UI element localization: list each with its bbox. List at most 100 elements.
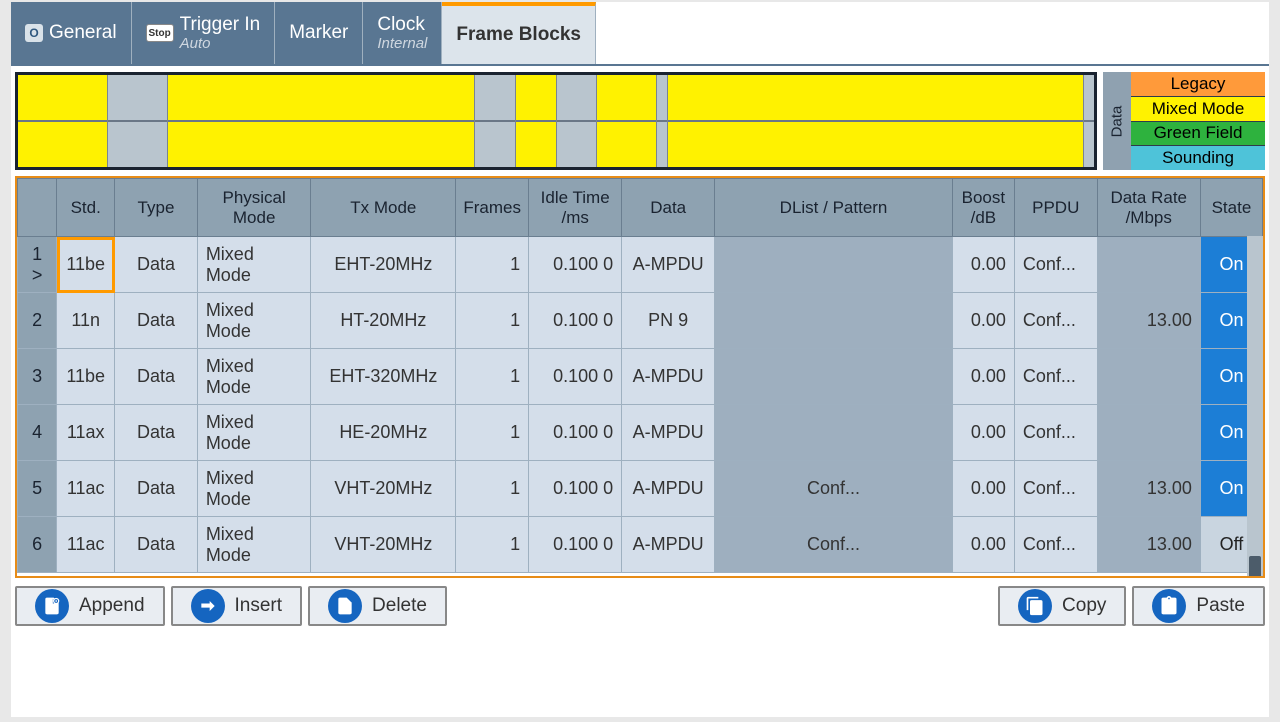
cell-tx-mode[interactable]: EHT-320MHz [311,349,456,405]
table-scrollbar[interactable] [1247,236,1263,576]
table-row[interactable]: 511acDataMixed ModeVHT-20MHz10.100 0A-MP… [18,461,1263,517]
cell-dlist[interactable]: Conf... [715,517,953,573]
cell-std[interactable]: 11be [57,349,115,405]
cell-index[interactable]: 2 [18,293,57,349]
table-row[interactable]: 211nDataMixed ModeHT-20MHz10.100 0PN 90.… [18,293,1263,349]
scrollbar-thumb[interactable] [1249,556,1261,578]
cell-ppdu[interactable]: Conf... [1014,293,1097,349]
cell-dlist[interactable] [715,405,953,461]
col-boost[interactable]: Boost /dB [952,179,1014,237]
cell-data-rate[interactable] [1097,237,1200,293]
col-data-rate[interactable]: Data Rate /Mbps [1097,179,1200,237]
cell-type[interactable]: Data [115,293,198,349]
cell-idle-time[interactable]: 0.100 0 [529,349,622,405]
table-row[interactable]: 411axDataMixed ModeHE-20MHz10.100 0A-MPD… [18,405,1263,461]
cell-type[interactable]: Data [115,237,198,293]
cell-std[interactable]: 11ax [57,405,115,461]
cell-data-rate[interactable]: 13.00 [1097,517,1200,573]
cell-frames[interactable]: 1 [456,237,529,293]
col-phys-mode[interactable]: Physical Mode [197,179,311,237]
col-frames[interactable]: Frames [456,179,529,237]
cell-data[interactable]: A-MPDU [622,517,715,573]
tab-frame-blocks[interactable]: Frame Blocks [442,2,596,64]
cell-idle-time[interactable]: 0.100 0 [529,517,622,573]
append-button[interactable]: Append [15,586,165,626]
cell-phys-mode[interactable]: Mixed Mode [197,405,311,461]
cell-data[interactable]: A-MPDU [622,461,715,517]
cell-tx-mode[interactable]: VHT-20MHz [311,461,456,517]
tab-trigger-in[interactable]: Stop Trigger In Auto [132,2,276,64]
cell-dlist[interactable]: Conf... [715,461,953,517]
cell-std[interactable]: 11n [57,293,115,349]
col-std[interactable]: Std. [57,179,115,237]
cell-data[interactable]: A-MPDU [622,405,715,461]
cell-boost[interactable]: 0.00 [952,461,1014,517]
cell-tx-mode[interactable]: VHT-20MHz [311,517,456,573]
cell-phys-mode[interactable]: Mixed Mode [197,237,311,293]
col-data[interactable]: Data [622,179,715,237]
cell-phys-mode[interactable]: Mixed Mode [197,461,311,517]
cell-idle-time[interactable]: 0.100 0 [529,293,622,349]
cell-phys-mode[interactable]: Mixed Mode [197,517,311,573]
cell-data[interactable]: A-MPDU [622,237,715,293]
cell-data-rate[interactable]: 13.00 [1097,461,1200,517]
cell-dlist[interactable] [715,349,953,405]
cell-phys-mode[interactable]: Mixed Mode [197,293,311,349]
cell-boost[interactable]: 0.00 [952,517,1014,573]
table-row[interactable]: 1 >11beDataMixed ModeEHT-20MHz10.100 0A-… [18,237,1263,293]
cell-idle-time[interactable]: 0.100 0 [529,237,622,293]
cell-tx-mode[interactable]: HE-20MHz [311,405,456,461]
cell-data[interactable]: A-MPDU [622,349,715,405]
cell-boost[interactable]: 0.00 [952,405,1014,461]
cell-frames[interactable]: 1 [456,461,529,517]
copy-button[interactable]: Copy [998,586,1126,626]
cell-ppdu[interactable]: Conf... [1014,461,1097,517]
cell-type[interactable]: Data [115,517,198,573]
cell-index[interactable]: 4 [18,405,57,461]
cell-index[interactable]: 3 [18,349,57,405]
tab-general[interactable]: O General [11,2,132,64]
cell-data[interactable]: PN 9 [622,293,715,349]
table-row[interactable]: 311beDataMixed ModeEHT-320MHz10.100 0A-M… [18,349,1263,405]
col-dlist[interactable]: DList / Pattern [715,179,953,237]
cell-index[interactable]: 1 > [18,237,57,293]
cell-index[interactable]: 5 [18,461,57,517]
cell-frames[interactable]: 1 [456,405,529,461]
col-state[interactable]: State [1200,179,1262,237]
cell-tx-mode[interactable]: EHT-20MHz [311,237,456,293]
table-row[interactable]: 611acDataMixed ModeVHT-20MHz10.100 0A-MP… [18,517,1263,573]
cell-type[interactable]: Data [115,405,198,461]
tab-marker[interactable]: Marker [275,2,363,64]
cell-type[interactable]: Data [115,349,198,405]
cell-idle-time[interactable]: 0.100 0 [529,461,622,517]
cell-frames[interactable]: 1 [456,517,529,573]
cell-tx-mode[interactable]: HT-20MHz [311,293,456,349]
cell-dlist[interactable] [715,293,953,349]
cell-std[interactable]: 11be [57,237,115,293]
cell-dlist[interactable] [715,237,953,293]
cell-data-rate[interactable] [1097,349,1200,405]
cell-ppdu[interactable]: Conf... [1014,405,1097,461]
frame-timeline-strip[interactable] [15,72,1097,170]
cell-ppdu[interactable]: Conf... [1014,517,1097,573]
tab-clock[interactable]: Clock Internal [363,2,442,64]
cell-phys-mode[interactable]: Mixed Mode [197,349,311,405]
col-tx-mode[interactable]: Tx Mode [311,179,456,237]
delete-button[interactable]: Delete [308,586,447,626]
cell-boost[interactable]: 0.00 [952,293,1014,349]
col-idle-time[interactable]: Idle Time /ms [529,179,622,237]
col-type[interactable]: Type [115,179,198,237]
cell-type[interactable]: Data [115,461,198,517]
cell-boost[interactable]: 0.00 [952,237,1014,293]
cell-data-rate[interactable] [1097,405,1200,461]
paste-button[interactable]: Paste [1132,586,1265,626]
cell-std[interactable]: 11ac [57,461,115,517]
col-ppdu[interactable]: PPDU [1014,179,1097,237]
cell-ppdu[interactable]: Conf... [1014,349,1097,405]
insert-button[interactable]: Insert [171,586,303,626]
cell-index[interactable]: 6 [18,517,57,573]
cell-std[interactable]: 11ac [57,517,115,573]
cell-frames[interactable]: 1 [456,349,529,405]
cell-ppdu[interactable]: Conf... [1014,237,1097,293]
cell-data-rate[interactable]: 13.00 [1097,293,1200,349]
